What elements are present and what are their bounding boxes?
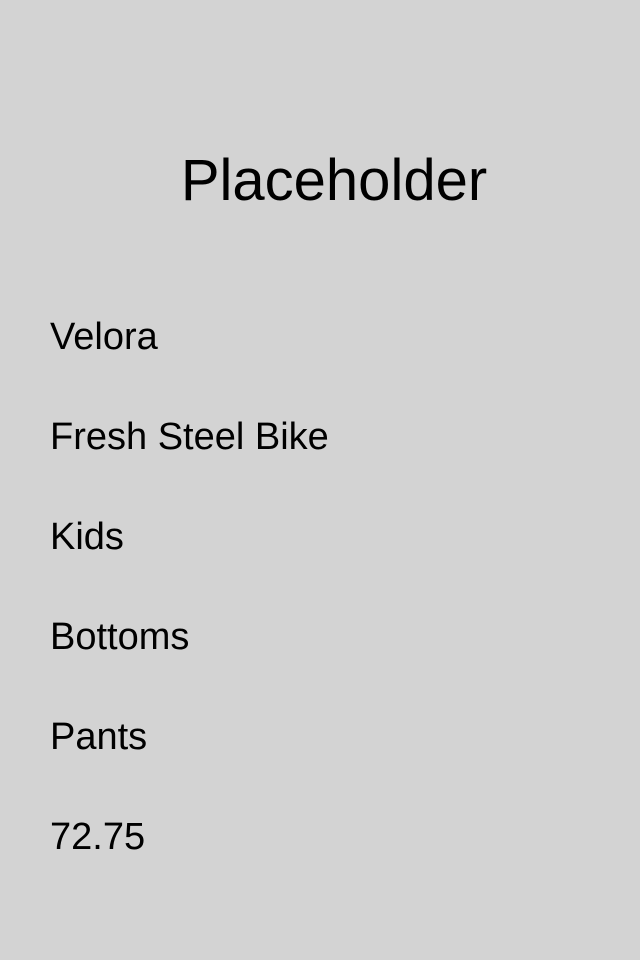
page-title: Placeholder <box>180 148 488 213</box>
product-name-text: Fresh Steel Bike <box>50 416 329 458</box>
audience-text: Kids <box>50 516 124 558</box>
price-text: 72.75 <box>50 816 146 858</box>
category-text: Bottoms <box>50 616 190 658</box>
brand-text: Velora <box>50 316 158 358</box>
product-details: Velora Fresh Steel Bike Kids Bottoms Pan… <box>50 314 610 914</box>
product-screen: Placeholder Velora Fresh Steel Bike Kids… <box>0 0 640 960</box>
subcategory-text: Pants <box>50 716 148 758</box>
